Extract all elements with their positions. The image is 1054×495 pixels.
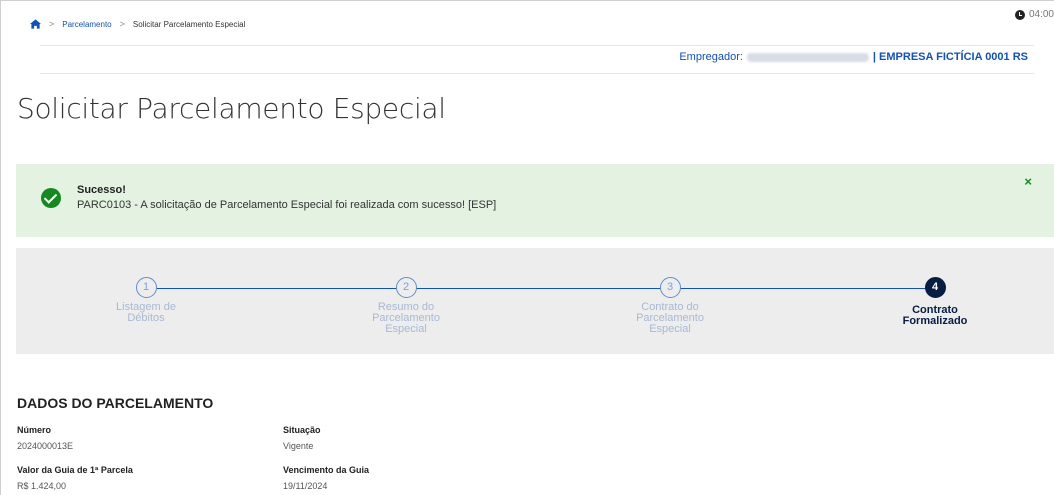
close-icon[interactable]: × [1024, 174, 1032, 189]
field-value: R$ 1.424,00 [17, 481, 67, 491]
breadcrumb-link-parcelamento[interactable]: Parcelamento [62, 20, 111, 29]
alert-message: PARC0103 - A solicitação de Parcelamento… [77, 199, 497, 211]
session-timer: 04:00 [1014, 9, 1054, 20]
field-numero: Número 2024000013E [17, 425, 73, 451]
field-valor: Valor da Guia de 1ª Parcela R$ 1.424,00 [17, 465, 133, 491]
step-number: 3 [659, 277, 681, 298]
step-label: Contrato do Parcelamento Especial [636, 301, 704, 335]
field-value: 19/11/2024 [283, 481, 328, 491]
clock-icon [1014, 9, 1025, 20]
stepper: 1 Listagem de Débitos 2 Resumo do Parcel… [16, 248, 1054, 354]
breadcrumb: > Parcelamento > Solicitar Parcelamento … [30, 16, 245, 32]
stepper-line [157, 288, 935, 289]
breadcrumb-current: Solicitar Parcelamento Especial [132, 19, 246, 29]
step-2: 2 Resumo do Parcelamento Especial [326, 277, 486, 335]
field-label: Valor da Guia de 1ª Parcela [17, 465, 133, 475]
step-label: Listagem de Débitos [116, 301, 176, 324]
divider [40, 73, 1034, 74]
step-3: 3 Contrato do Parcelamento Especial [590, 277, 750, 335]
page-title: Solicitar Parcelamento Especial [17, 92, 446, 125]
chevron-right-icon: > [49, 19, 55, 29]
employer-name: | EMPRESA FICTÍCIA 0001 RS [872, 51, 1028, 63]
step-number: 4 [924, 277, 946, 298]
section-title: DADOS DO PARCELAMENTO [17, 395, 214, 411]
employer-label: Empregador: [679, 51, 743, 63]
field-label: Vencimento da Guia [283, 465, 370, 475]
step-1: 1 Listagem de Débitos [66, 277, 226, 324]
divider [40, 45, 1034, 46]
field-value: Vigente [283, 441, 314, 451]
check-circle-icon [41, 188, 61, 208]
step-label: Contrato Formalizado [902, 304, 968, 327]
step-4: 4 Contrato Formalizado [855, 277, 1015, 327]
success-alert: Sucesso! PARC0103 - A solicitação de Par… [16, 164, 1054, 237]
field-vencimento: Vencimento da Guia 19/11/2024 [283, 465, 369, 491]
field-value: 2024000013E [17, 441, 74, 451]
employer-id-redacted [746, 52, 869, 62]
home-icon[interactable] [30, 19, 41, 29]
field-label: Situação [283, 425, 321, 435]
field-situacao: Situação Vigente [283, 425, 321, 451]
step-number: 1 [135, 277, 157, 298]
employer-info: Empregador: | EMPRESA FICTÍCIA 0001 RS [679, 51, 1028, 63]
alert-title: Sucesso! [77, 184, 126, 196]
step-number: 2 [395, 277, 417, 298]
chevron-right-icon: > [119, 19, 125, 29]
field-label: Número [17, 425, 52, 435]
session-time: 04:00 [1028, 9, 1054, 20]
step-label: Resumo do Parcelamento Especial [372, 301, 440, 335]
